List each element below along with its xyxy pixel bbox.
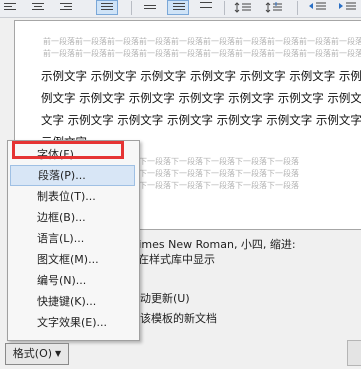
double-spacing-icon [200, 2, 212, 12]
single-spacing-button[interactable] [140, 0, 160, 15]
spacing-before-button[interactable] [232, 0, 254, 15]
previous-paragraph-line: 前一段落前一段落前一段落前一段落前一段落前一段落前一段落前一段落前一段落前一段落 [43, 49, 361, 58]
align-left-icon [4, 3, 16, 12]
menu-item-shortcut-key[interactable]: 快捷键(K)... [10, 291, 135, 312]
align-right-button[interactable] [56, 0, 76, 15]
toolbar-divider [224, 1, 225, 15]
one-half-spacing-icon [173, 3, 185, 12]
format-button-label: 格式(O) [12, 347, 53, 360]
sample-text-line: 示例文字 示例文字 示例文字 示例文字 示例文字 示例文字 示例文字 [41, 69, 361, 83]
decrease-indent-button[interactable] [307, 0, 329, 15]
style-gallery-description: 在样式库中显示 [138, 253, 215, 266]
decrease-indent-icon [309, 2, 326, 10]
toolbar-divider [297, 1, 298, 15]
format-dropdown-menu: 字体(F)... 段落(P)... 制表位(T)... 边框(B)... 语言(… [7, 140, 140, 341]
toolbar-divider [131, 1, 132, 15]
red-highlight-annotation [12, 141, 124, 159]
template-documents-option[interactable]: 该模板的新文档 [140, 310, 217, 326]
style-font-description: Times New Roman, 小四, 缩进: [132, 238, 296, 251]
align-justify-icon [101, 3, 113, 12]
menu-item-numbering[interactable]: 编号(N)... [10, 270, 135, 291]
menu-item-frame[interactable]: 图文框(M)... [10, 249, 135, 270]
spacing-after-icon [265, 2, 282, 13]
auto-update-option[interactable]: 动更新(U) [140, 290, 190, 306]
single-spacing-icon [144, 5, 156, 11]
align-center-icon [32, 3, 44, 12]
one-half-spacing-button[interactable] [167, 0, 189, 15]
menu-item-border[interactable]: 边框(B)... [10, 207, 135, 228]
menu-item-tabs[interactable]: 制表位(T)... [10, 186, 135, 207]
align-right-icon [60, 3, 72, 12]
menu-item-language[interactable]: 语言(L)... [10, 228, 135, 249]
align-center-button[interactable] [28, 0, 48, 15]
align-left-button[interactable] [0, 0, 20, 15]
previous-paragraph-line: 前一段落前一段落前一段落前一段落前一段落前一段落前一段落前一段落前一段落前一段落 [43, 37, 361, 46]
spacing-after-button[interactable] [263, 0, 285, 15]
double-spacing-button[interactable] [196, 0, 216, 15]
increase-indent-icon [339, 2, 356, 10]
align-justify-button[interactable] [96, 0, 118, 15]
sample-text-line: 例文字 示例文字 示例文字 示例文字 示例文字 示例文字 示例文字 示 [41, 91, 361, 105]
dropdown-caret-icon: ▼ [55, 349, 62, 358]
dialog-button-edge[interactable] [347, 340, 361, 366]
spacing-before-icon [234, 2, 251, 13]
sample-text-line: 文字 示例文字 示例文字 示例文字 示例文字 示例文字 示例文字 示例 [41, 113, 361, 127]
menu-item-text-effects[interactable]: 文字效果(E)... [10, 312, 135, 333]
format-button[interactable]: 格式(O) ▼ [5, 343, 69, 365]
paragraph-format-toolbar [0, 0, 361, 18]
increase-indent-button[interactable] [337, 0, 359, 15]
menu-item-paragraph[interactable]: 段落(P)... [10, 165, 135, 186]
